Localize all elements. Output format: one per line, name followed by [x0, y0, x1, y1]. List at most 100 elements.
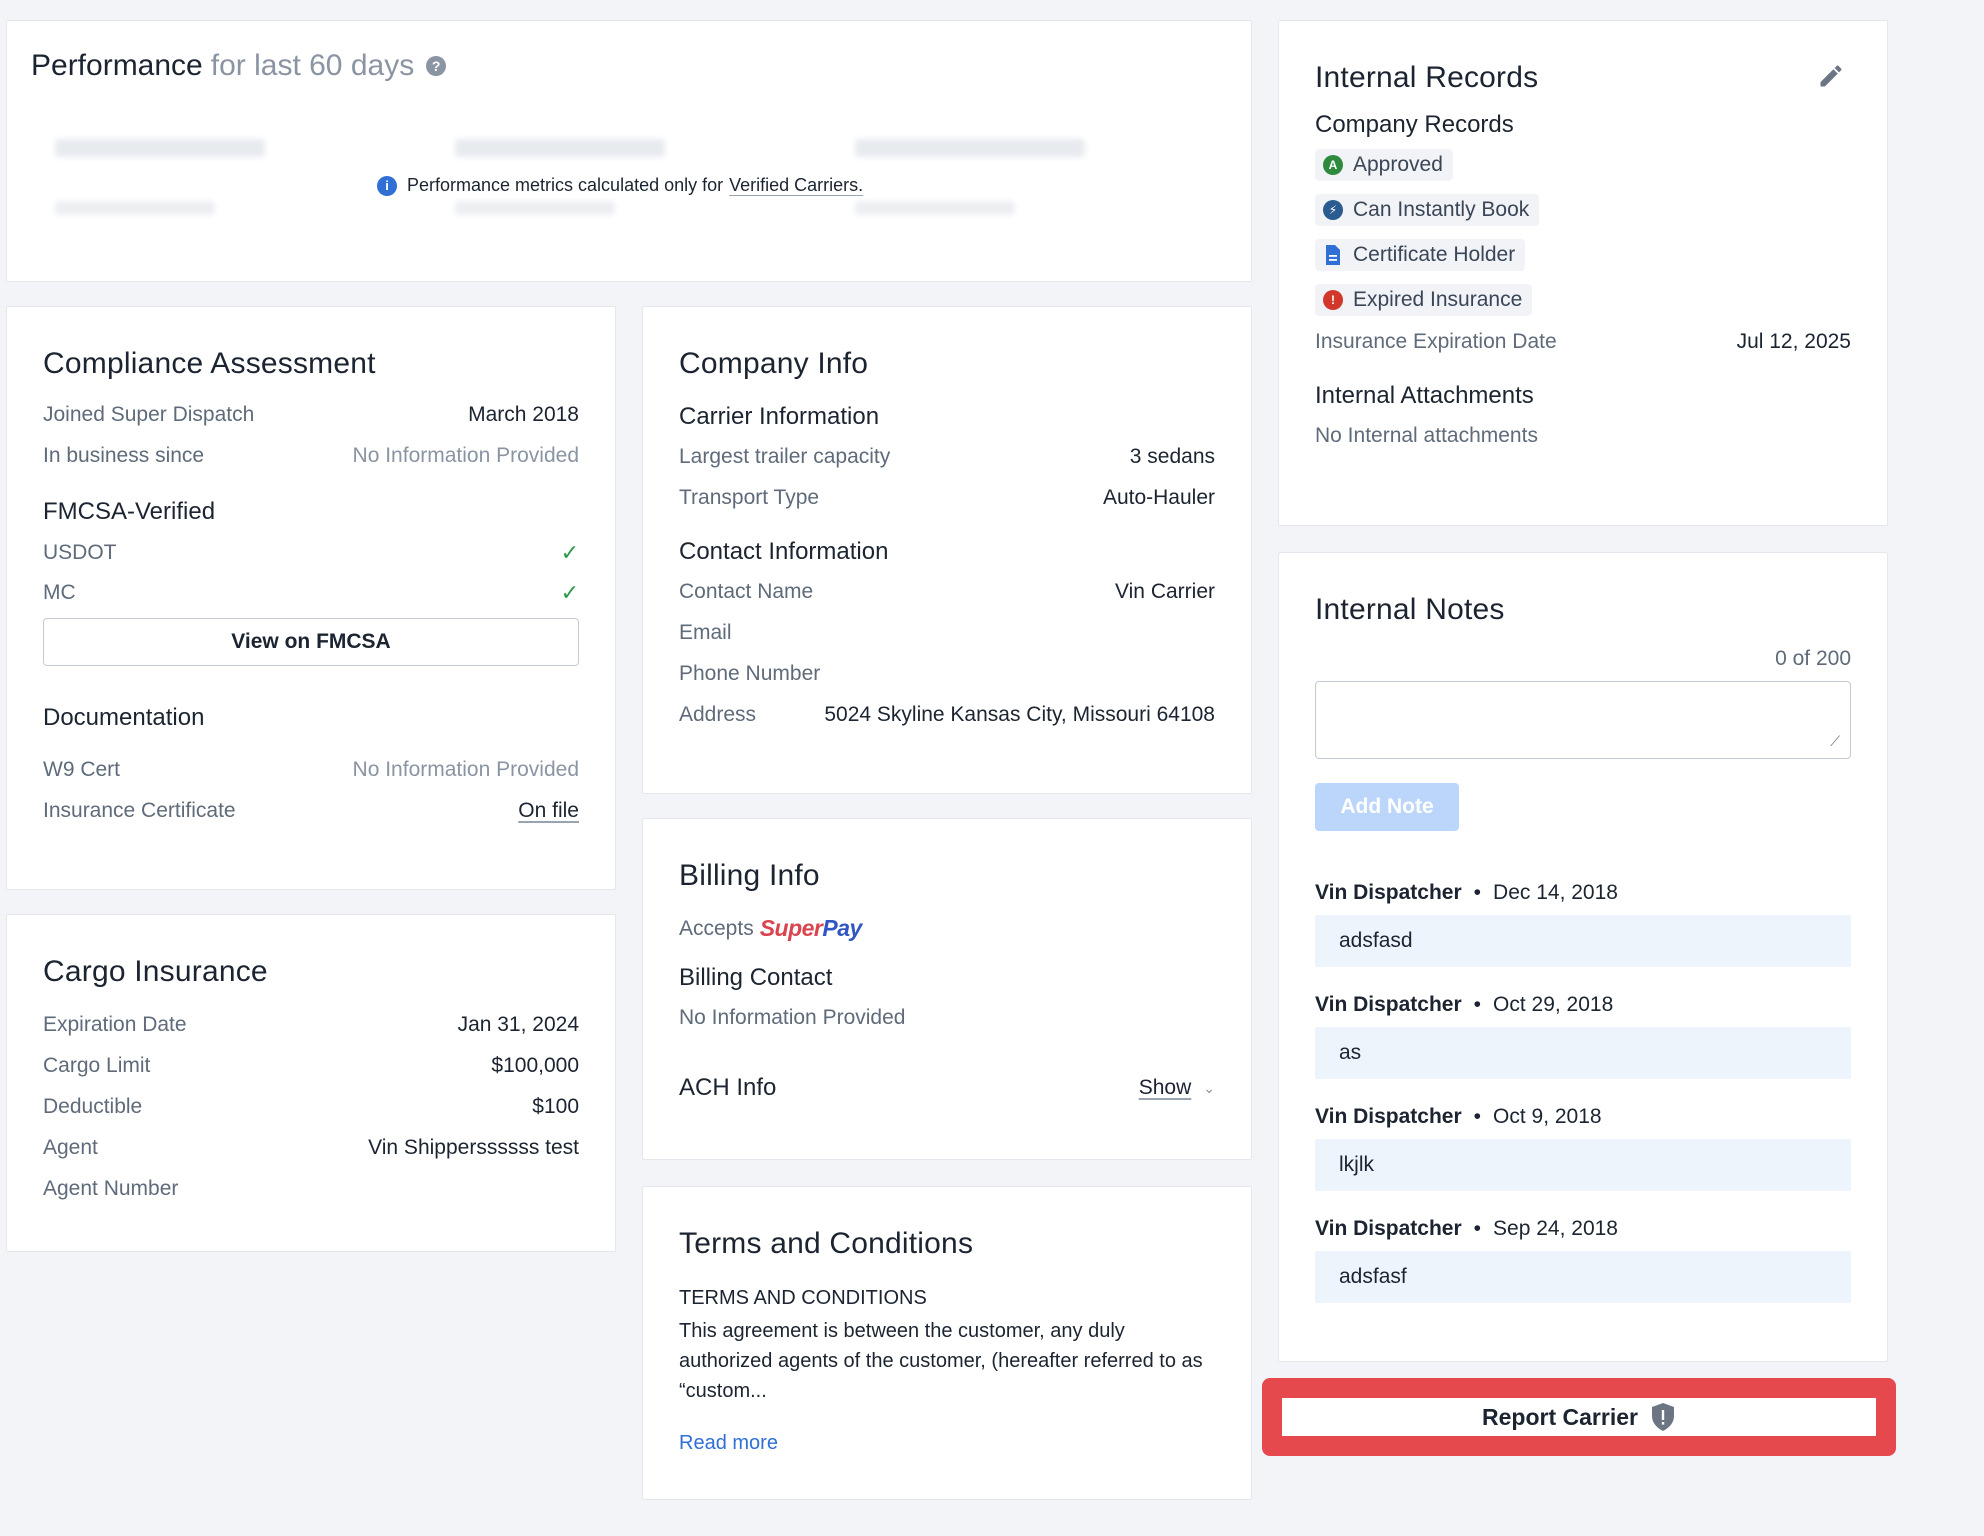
- resize-handle-icon[interactable]: ⟋: [1830, 733, 1840, 750]
- carrier-row-label: Transport Type: [679, 486, 820, 509]
- contact-row-value: Vin Carrier: [1115, 580, 1215, 603]
- note-author: Vin Dispatcher: [1315, 1105, 1462, 1128]
- note-text: adsfasf: [1315, 1251, 1851, 1303]
- note-text: as: [1315, 1027, 1851, 1079]
- cargo-row-label: Agent Number: [43, 1177, 179, 1200]
- performance-subtitle: for last 60 days: [210, 49, 415, 82]
- badge-certificate-holder: Certificate Holder: [1315, 239, 1851, 271]
- cargo-row: Agent Number: [43, 1177, 579, 1201]
- terms-body: This agreement is between the customer, …: [679, 1320, 1203, 1402]
- insurance-cert-label: Insurance Certificate: [43, 799, 236, 822]
- cargo-row: Agent Vin Shipperssssss test: [43, 1136, 579, 1160]
- insurance-cert-link[interactable]: On file: [518, 799, 579, 823]
- superpay-logo: SuperPay: [759, 915, 863, 942]
- char-counter: 0 of 200: [1775, 647, 1851, 670]
- help-icon[interactable]: ?: [426, 56, 447, 76]
- ach-row: ACH Info Show ⌄: [679, 1074, 1215, 1102]
- ach-show-toggle[interactable]: Show ⌄: [1139, 1076, 1215, 1100]
- documentation-title: Documentation: [43, 704, 205, 731]
- bullet: •: [1473, 993, 1482, 1016]
- contact-row: Address 5024 Skyline Kansas City, Missou…: [679, 703, 1215, 727]
- performance-title: Performance: [31, 49, 203, 82]
- carrier-row-value: 3 sedans: [1129, 445, 1215, 468]
- report-carrier-button[interactable]: Report Carrier: [1282, 1398, 1876, 1436]
- insurance-expiration-value: Jul 12, 2025: [1736, 330, 1851, 353]
- superpay-super: Super: [759, 915, 823, 941]
- mc-label: MC: [43, 581, 76, 604]
- in-business-label: In business since: [43, 444, 205, 467]
- performance-card: Performance for last 60 days ? i Perform…: [6, 20, 1252, 282]
- cargo-row-label: Deductible: [43, 1095, 143, 1118]
- contact-row-label: Email: [679, 621, 732, 644]
- ach-show-label[interactable]: Show: [1139, 1076, 1192, 1100]
- note-item: Vin Dispatcher • Dec 14, 2018 adsfasd: [1315, 881, 1851, 967]
- check-icon: ✓: [560, 580, 579, 605]
- w9-row: W9 Cert No Information Provided: [43, 758, 579, 782]
- fmcsa-title: FMCSA-Verified: [43, 498, 216, 525]
- company-records-title: Company Records: [1315, 111, 1514, 138]
- alert-icon: !: [1323, 290, 1343, 310]
- cargo-row-value: Jan 31, 2024: [457, 1013, 579, 1036]
- bullet: •: [1473, 1105, 1482, 1128]
- note-text: lkjlk: [1315, 1139, 1851, 1191]
- cargo-insurance-card: Cargo Insurance Expiration Date Jan 31, …: [6, 914, 616, 1252]
- bullet: •: [1473, 1217, 1482, 1240]
- lightning-icon: ⚡: [1323, 200, 1343, 220]
- badge-approved: A Approved: [1315, 149, 1851, 181]
- performance-info-text: Performance metrics calculated only for: [407, 175, 724, 195]
- cargo-row-label: Expiration Date: [43, 1013, 187, 1036]
- cargo-row-value: $100: [532, 1095, 579, 1118]
- report-carrier-label[interactable]: Report Carrier: [1482, 1404, 1638, 1431]
- compliance-card: Compliance Assessment Joined Super Dispa…: [6, 306, 616, 890]
- note-author: Vin Dispatcher: [1315, 1217, 1462, 1240]
- blurred-metric: [55, 139, 265, 157]
- joined-label: Joined Super Dispatch: [43, 403, 255, 426]
- chevron-down-icon[interactable]: ⌄: [1203, 1080, 1215, 1097]
- billing-contact-title: Billing Contact: [679, 964, 833, 991]
- check-icon: ✓: [560, 540, 579, 565]
- contact-row: Email: [679, 621, 1215, 645]
- note-author: Vin Dispatcher: [1315, 881, 1462, 904]
- cargo-row-value: Vin Shipperssssss test: [368, 1136, 579, 1159]
- cargo-row-label: Agent: [43, 1136, 98, 1159]
- view-on-fmcsa-button[interactable]: View on FMCSA: [43, 618, 579, 666]
- contact-row-label: Address: [679, 703, 757, 726]
- insurance-expiration-row: Insurance Expiration Date Jul 12, 2025: [1315, 330, 1851, 354]
- verified-carriers-link[interactable]: Verified Carriers.: [729, 175, 863, 196]
- edit-pencil-icon[interactable]: [1817, 62, 1845, 95]
- blurred-metric: [855, 139, 1085, 157]
- internal-records-card: Internal Records Company Records A Approv…: [1278, 20, 1888, 526]
- cargo-row: Deductible $100: [43, 1095, 579, 1119]
- read-more-link[interactable]: Read more: [679, 1432, 1215, 1455]
- badge-label: Certificate Holder: [1353, 243, 1516, 266]
- terms-title: Terms and Conditions: [679, 1227, 974, 1260]
- cargo-row-label: Cargo Limit: [43, 1054, 151, 1077]
- joined-value: March 2018: [468, 403, 579, 426]
- report-carrier-highlight: Report Carrier: [1262, 1378, 1896, 1456]
- mc-row: MC ✓: [43, 580, 579, 606]
- cargo-title: Cargo Insurance: [43, 955, 268, 988]
- note-text: adsfasd: [1315, 915, 1851, 967]
- performance-info: i Performance metrics calculated only fo…: [371, 173, 870, 198]
- badge-expired-insurance: ! Expired Insurance: [1315, 284, 1851, 316]
- in-business-value: No Information Provided: [352, 444, 579, 467]
- contact-row-label: Phone Number: [679, 662, 821, 685]
- badge-can-instantly-book: ⚡ Can Instantly Book: [1315, 194, 1851, 226]
- note-date: Dec 14, 2018: [1493, 881, 1618, 904]
- w9-label: W9 Cert: [43, 758, 121, 781]
- note-date: Oct 29, 2018: [1493, 993, 1614, 1016]
- billing-title: Billing Info: [679, 859, 820, 892]
- add-note-button[interactable]: Add Note: [1315, 783, 1459, 831]
- cargo-row: Cargo Limit $100,000: [43, 1054, 579, 1078]
- note-textarea[interactable]: ⟋: [1315, 681, 1851, 759]
- contact-row-label: Contact Name: [679, 580, 814, 603]
- carrier-row: Transport Type Auto-Hauler: [679, 486, 1215, 510]
- accepts-superpay: Accepts SuperPay: [679, 915, 1215, 942]
- contact-row: Phone Number: [679, 662, 1215, 686]
- accepts-label: Accepts: [679, 916, 754, 940]
- w9-value: No Information Provided: [352, 758, 579, 781]
- contact-info-title: Contact Information: [679, 538, 889, 565]
- note-item: Vin Dispatcher • Oct 9, 2018 lkjlk: [1315, 1105, 1851, 1191]
- internal-notes-card: Internal Notes 0 of 200 ⟋ Add Note Vin D…: [1278, 552, 1888, 1362]
- in-business-row: In business since No Information Provide…: [43, 444, 579, 468]
